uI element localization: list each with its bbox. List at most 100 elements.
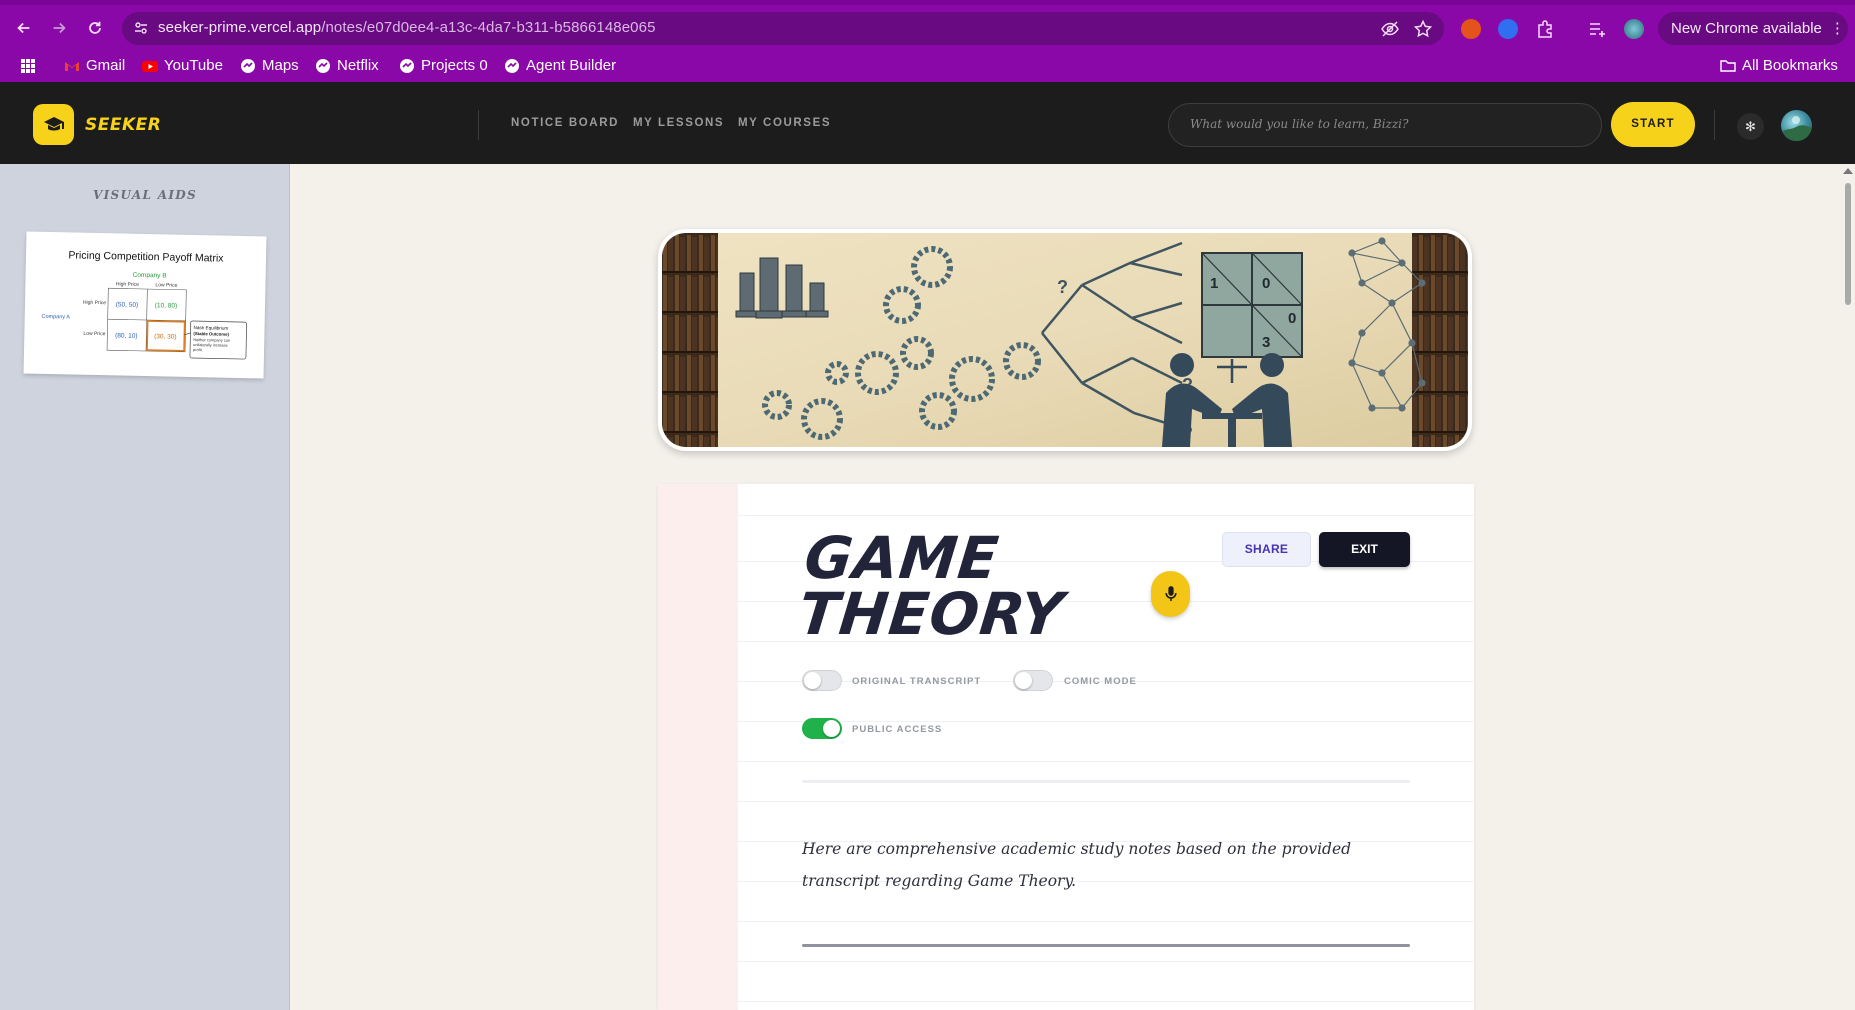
payoff-matrix-image: Pricing Competition Payoff Matrix Compan…	[41, 249, 247, 360]
aid-company-b: Company B	[133, 272, 167, 280]
header-divider	[1714, 110, 1715, 140]
extensions-icon[interactable]	[1535, 19, 1555, 39]
scrollbar-thumb[interactable]	[1845, 183, 1851, 305]
star-icon[interactable]	[1413, 19, 1433, 39]
original-transcript-label: ORIGINAL TRANSCRIPT	[852, 676, 982, 687]
bookshelf-left	[662, 233, 718, 447]
note-banner: ??? 1 0 3 0	[658, 229, 1472, 451]
aid-col-header: Low Price	[155, 282, 177, 288]
note-margin	[658, 484, 738, 1010]
payoff-grid	[1201, 252, 1303, 358]
profile-avatar-icon[interactable]	[1624, 19, 1644, 39]
gmail-icon	[64, 58, 80, 74]
section-divider	[802, 780, 1410, 783]
section-divider	[802, 944, 1410, 947]
toggle-knob	[804, 672, 821, 689]
public-access-toggle[interactable]	[802, 718, 842, 739]
banner-matrix-value: 0	[1288, 310, 1296, 327]
note-title-line: GAME	[801, 524, 1003, 592]
globe-icon	[240, 58, 256, 74]
bookmark-projects[interactable]: Projects 0	[399, 56, 488, 76]
nav-notice-board[interactable]: NOTICE BOARD	[511, 117, 619, 129]
original-transcript-toggle[interactable]	[802, 670, 842, 691]
url-text[interactable]: seeker-prime.vercel.app/notes/e07d0ee4-a…	[158, 19, 656, 36]
nav-my-courses[interactable]: MY COURSES	[738, 117, 831, 129]
aid-company-a: Company A	[41, 314, 70, 321]
bookmark-label: Agent Builder	[526, 57, 617, 74]
aid-row-header: High Price	[83, 300, 106, 306]
apps-grid-icon[interactable]	[20, 56, 36, 76]
gear-extension-icon[interactable]	[1498, 19, 1518, 39]
globe-icon	[399, 58, 415, 74]
bookmark-label: Projects 0	[421, 57, 488, 74]
comic-mode-label: COMIC MODE	[1064, 676, 1137, 687]
header-divider	[478, 110, 479, 140]
game-theory-illustration: ??? 1 0 3 0	[662, 233, 1468, 447]
scroll-up-arrow-icon[interactable]	[1843, 168, 1853, 174]
microphone-icon[interactable]	[1151, 571, 1190, 617]
bookmark-label: YouTube	[164, 57, 223, 74]
bookmark-label: Maps	[262, 57, 299, 74]
start-button[interactable]: START	[1611, 102, 1695, 147]
settings-gear-icon[interactable]: ✻	[1737, 113, 1764, 140]
note-intro-text: Here are comprehensive academic study no…	[802, 840, 1352, 890]
share-button[interactable]: SHARE	[1222, 532, 1311, 567]
bookshelf-right	[1412, 233, 1468, 447]
reload-icon[interactable]	[82, 15, 108, 41]
bookmark-maps[interactable]: Maps	[240, 56, 299, 76]
all-bookmarks[interactable]: All Bookmarks	[1720, 56, 1838, 76]
public-access-label: PUBLIC ACCESS	[852, 724, 943, 735]
new-chrome-available-button[interactable]: New Chrome available ⋮	[1658, 12, 1848, 45]
aid-col-header: High Price	[116, 281, 139, 287]
next-section-heading-cutoff	[802, 992, 814, 1010]
toggle-knob	[823, 720, 840, 737]
banner-matrix-value: 3	[1262, 334, 1270, 351]
globe-icon	[504, 58, 520, 74]
bookmark-label: All Bookmarks	[1742, 57, 1838, 74]
forward-icon[interactable]	[46, 15, 72, 41]
bookmark-label: Netflix	[337, 57, 379, 74]
back-icon[interactable]	[11, 15, 37, 41]
url-path: /notes/e07d0ee4-a13c-4da7-b311-b5866148e…	[321, 19, 656, 36]
user-avatar[interactable]	[1781, 110, 1812, 141]
aid-note-title: Nash Equilibrium	[193, 325, 228, 331]
comic-mode-toggle[interactable]	[1013, 670, 1053, 691]
visual-aid-thumbnail[interactable]: Pricing Competition Payoff Matrix Compan…	[23, 231, 267, 379]
banner-matrix-value: 0	[1262, 275, 1270, 292]
more-menu-icon: ⋮	[1829, 20, 1845, 37]
graduation-cap-icon[interactable]	[33, 104, 74, 145]
eye-off-icon[interactable]	[1380, 19, 1400, 39]
toggle-knob	[1015, 672, 1032, 689]
aid-cell: (80, 10)	[115, 332, 138, 339]
aid-cell: (50, 50)	[116, 301, 139, 308]
bookmark-youtube[interactable]: YouTube	[142, 56, 223, 76]
aid-title: Pricing Competition Payoff Matrix	[68, 249, 224, 264]
svg-text:?: ?	[1057, 277, 1068, 297]
globe-icon	[315, 58, 331, 74]
exit-button[interactable]: EXIT	[1319, 532, 1410, 567]
tab-strip	[0, 0, 1855, 5]
aid-cell: (10, 80)	[155, 302, 178, 309]
note-title-line: THEORY	[795, 580, 1068, 648]
aid-note-line: profit.	[193, 347, 203, 352]
sidebar-title: VISUAL AIDS	[93, 188, 197, 202]
aid-row-header: Low Price	[83, 331, 105, 337]
bookmark-agent-builder[interactable]: Agent Builder	[504, 56, 616, 76]
aid-cell: (30, 30)	[154, 333, 177, 340]
url-host: seeker-prime.vercel.app	[158, 19, 322, 36]
banner-matrix-value: 1	[1210, 275, 1218, 292]
fox-extension-icon[interactable]	[1461, 19, 1481, 39]
aid-note-subtitle: (Stable Outcome)	[193, 331, 229, 337]
bookmark-label: Gmail	[86, 57, 126, 74]
bookmark-netflix[interactable]: Netflix	[315, 56, 379, 76]
bookmark-gmail[interactable]: Gmail	[64, 56, 125, 76]
note-title: GAME THEORY	[795, 524, 1072, 648]
search-placeholder: What would you like to learn, Bizzi?	[1190, 117, 1409, 131]
nav-my-lessons[interactable]: MY LESSONS	[633, 117, 724, 129]
youtube-icon	[142, 58, 158, 74]
folder-icon	[1720, 58, 1736, 74]
site-info-icon[interactable]	[133, 20, 149, 36]
app-logo[interactable]: SEEKER	[85, 115, 161, 135]
reading-list-icon[interactable]	[1587, 19, 1607, 39]
update-label: New Chrome available	[1671, 20, 1822, 37]
